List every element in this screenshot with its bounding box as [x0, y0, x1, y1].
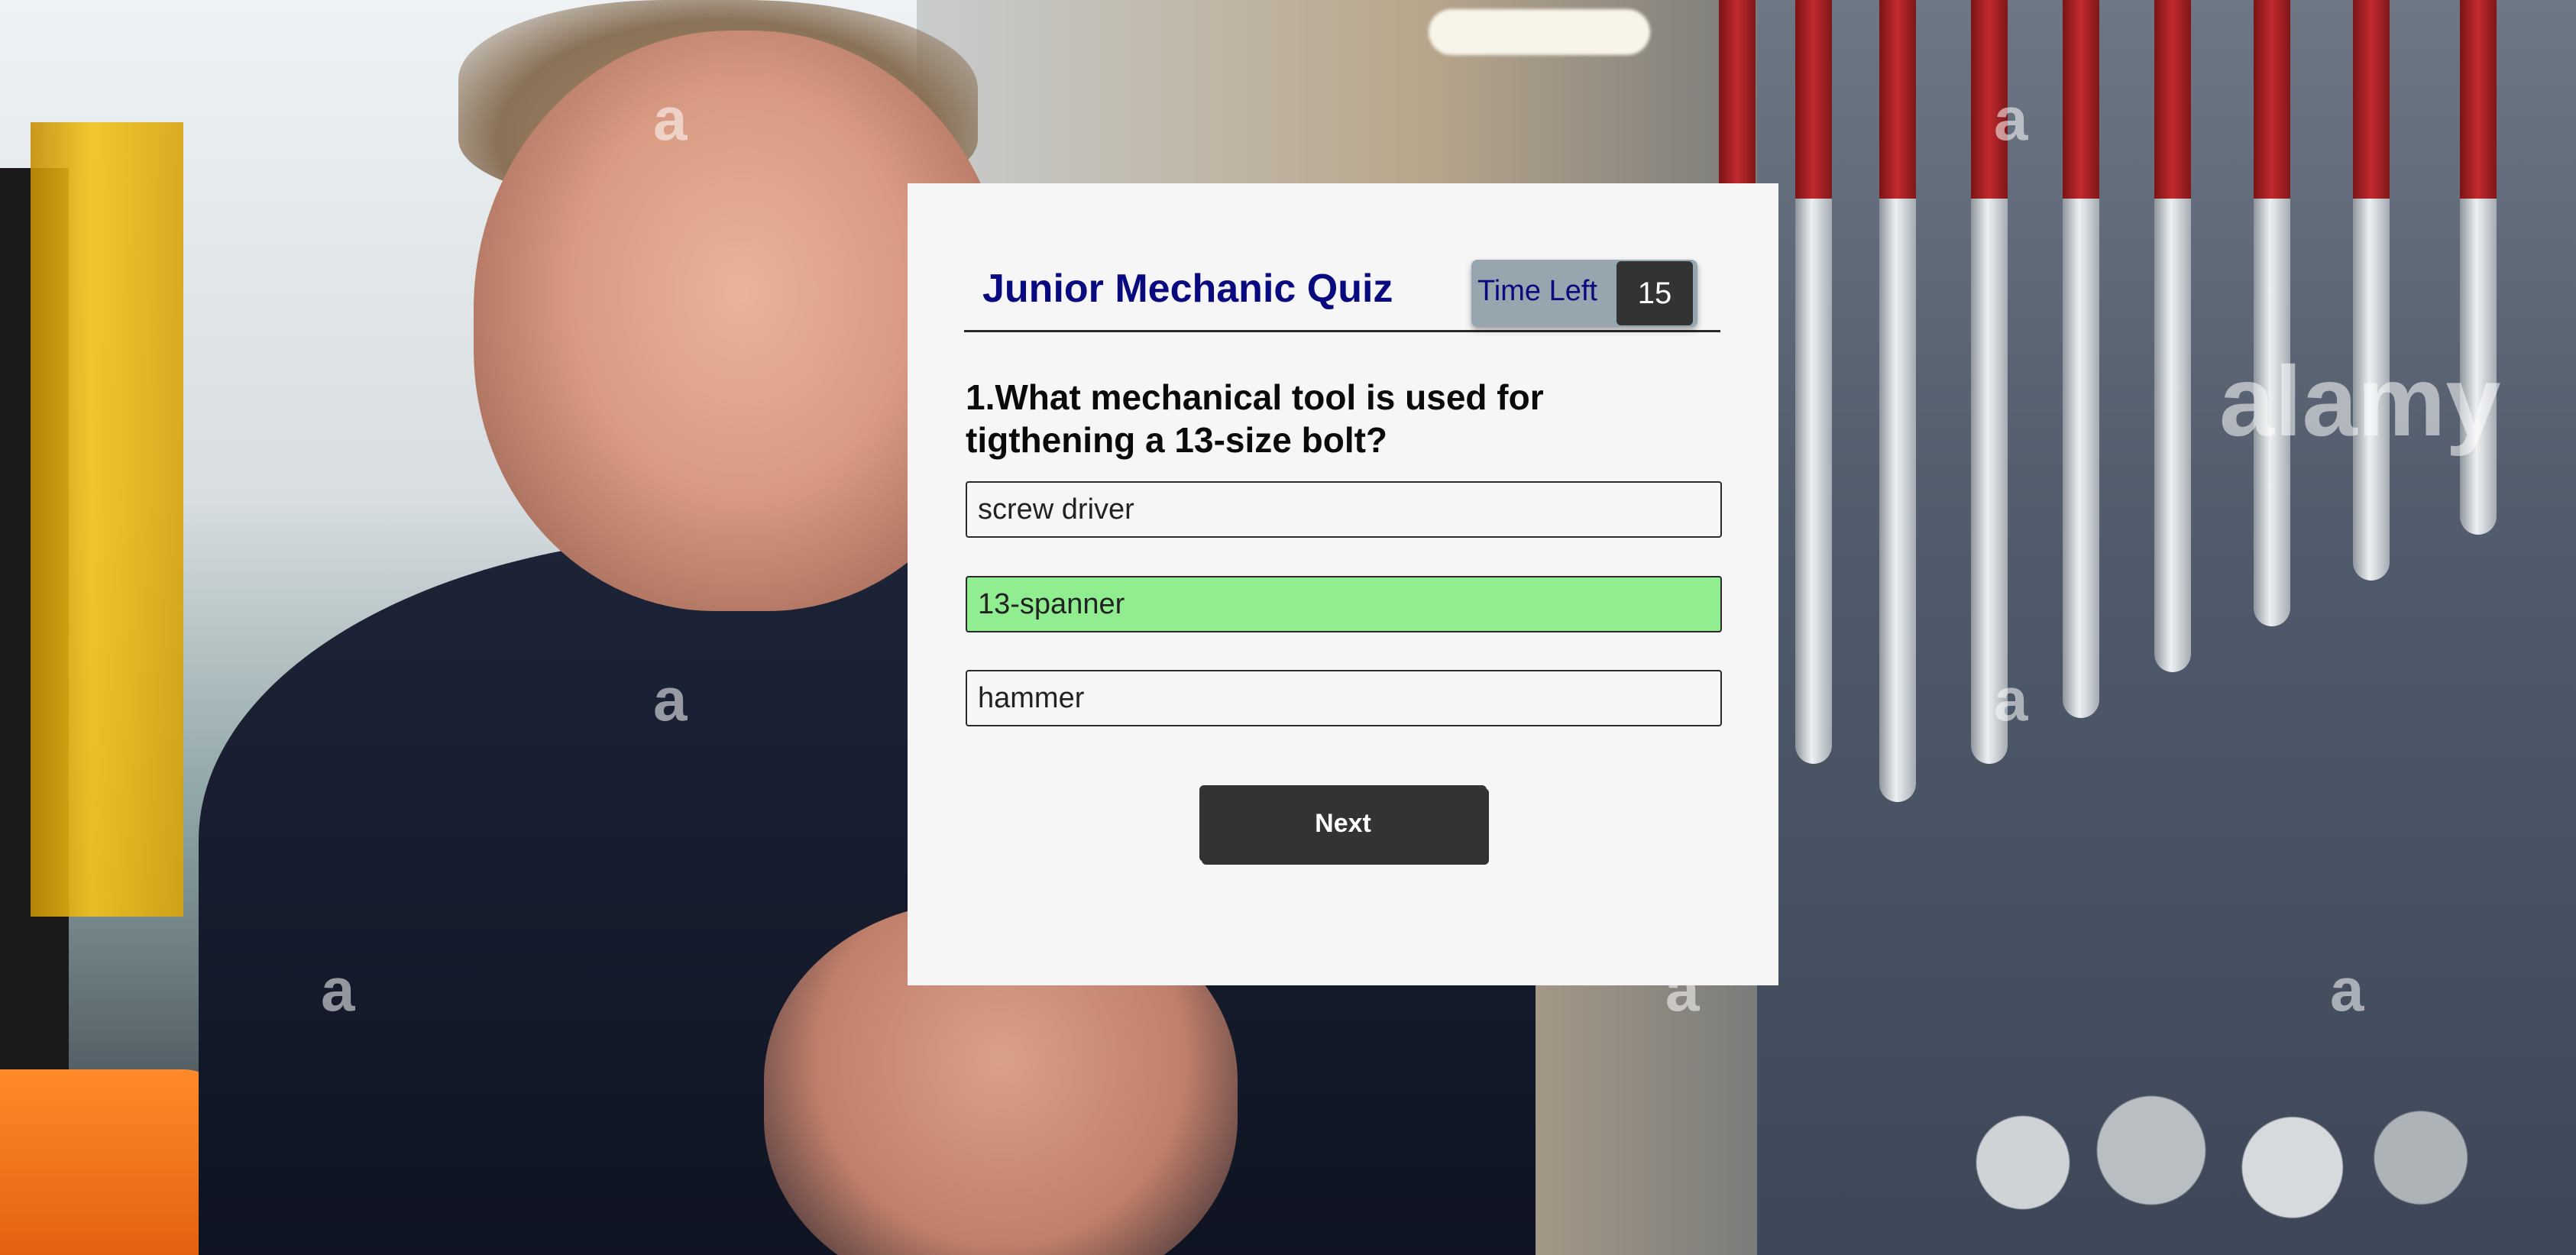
watermark-mark: a: [1994, 665, 2028, 733]
wrench-image: [2063, 0, 2099, 718]
watermark-mark: a: [653, 85, 688, 153]
wrench-image: [2254, 0, 2290, 626]
watermark-brand: alamy: [2219, 345, 2501, 457]
quiz-header: Junior Mechanic Quiz Time Left 15: [964, 260, 1720, 332]
wrench-image: [1879, 0, 1916, 802]
watermark-mark: a: [1994, 85, 2028, 153]
timer-count: 15: [1616, 261, 1693, 325]
watermark-mark: a: [2330, 956, 2364, 1024]
quiz-card: Junior Mechanic Quiz Time Left 15 1.What…: [908, 183, 1778, 985]
answer-option[interactable]: screw driver: [966, 481, 1722, 538]
quiz-title: Junior Mechanic Quiz: [982, 267, 1393, 311]
wrench-image: [2154, 0, 2191, 672]
timer-box: Time Left 15: [1471, 260, 1697, 327]
answer-option-correct[interactable]: 13-spanner: [966, 576, 1722, 632]
orange-equipment: [0, 1069, 229, 1255]
watermark-mark: a: [321, 956, 355, 1024]
next-button[interactable]: Next: [1199, 785, 1487, 862]
yellow-lift-column: [31, 122, 183, 917]
watermark-mark: a: [653, 665, 688, 733]
answer-option[interactable]: hammer: [966, 670, 1722, 726]
ceiling-light: [1429, 9, 1650, 55]
timer-label: Time Left: [1477, 275, 1597, 307]
question-text: 1.What mechanical tool is used for tigth…: [966, 377, 1544, 460]
wrench-image: [1795, 0, 1832, 764]
wrench-image: [2353, 0, 2390, 581]
socket-set: [1895, 1016, 2536, 1255]
